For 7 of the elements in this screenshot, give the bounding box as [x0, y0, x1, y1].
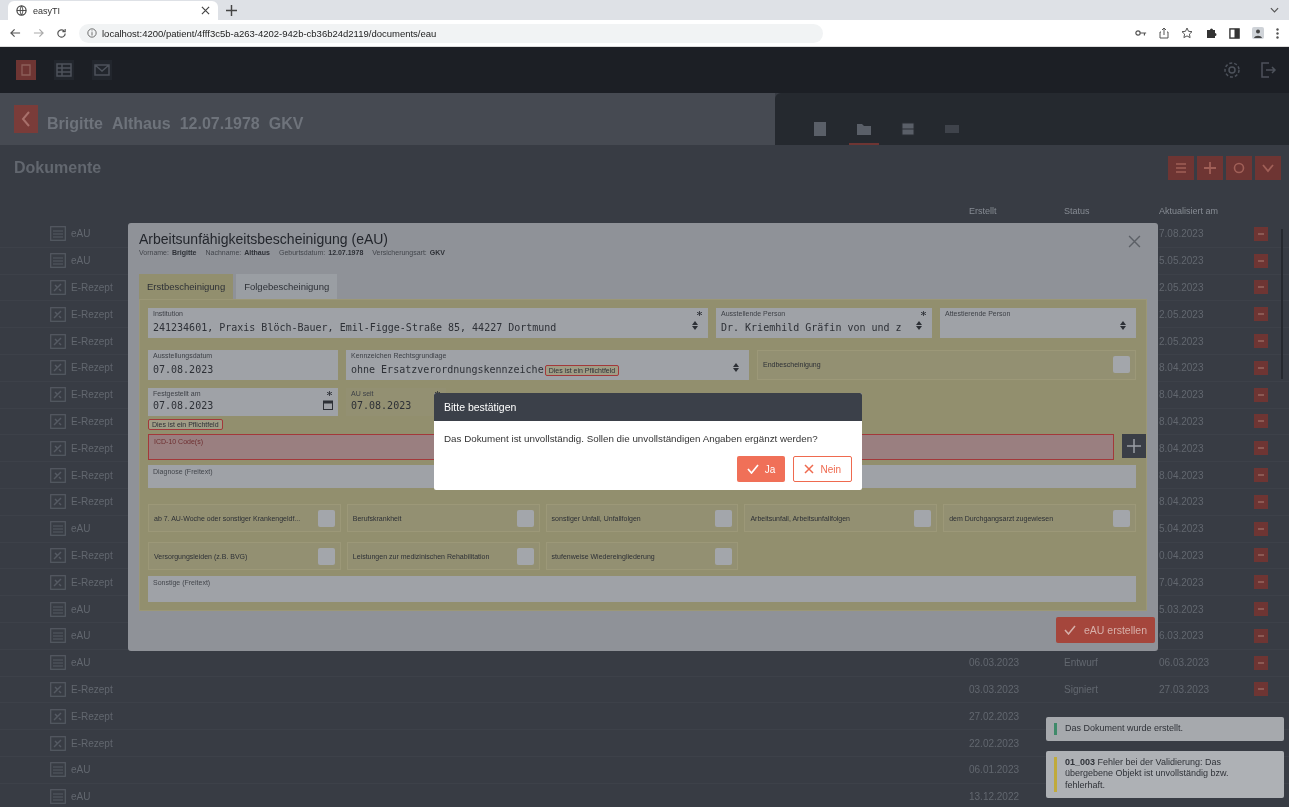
- notification-text: Das Dokument wurde erstellt.: [1065, 723, 1184, 735]
- confirm-title: Bitte bestätigen: [444, 401, 517, 413]
- confirm-message: Das Dokument ist unvollständig. Sollen die unvollständigen Angaben ergänzt werden?: [444, 433, 819, 444]
- notification-text: 01_003 Fehler bei der Validierung: Das übergebene Objekt ist unvollständig bzw. fehlerhaft.: [1065, 756, 1230, 792]
- url-text: localhost:4200/patient/4fff3c5b-a263-4202-942b-cb36b24d2119/documents/eau: [102, 27, 437, 39]
- field-value: ohne Ersatzverordnungskennzeiche: [351, 364, 544, 376]
- dialog-title: Arbeitsunfähigkeitsbescheinigung (eAU): [139, 231, 390, 247]
